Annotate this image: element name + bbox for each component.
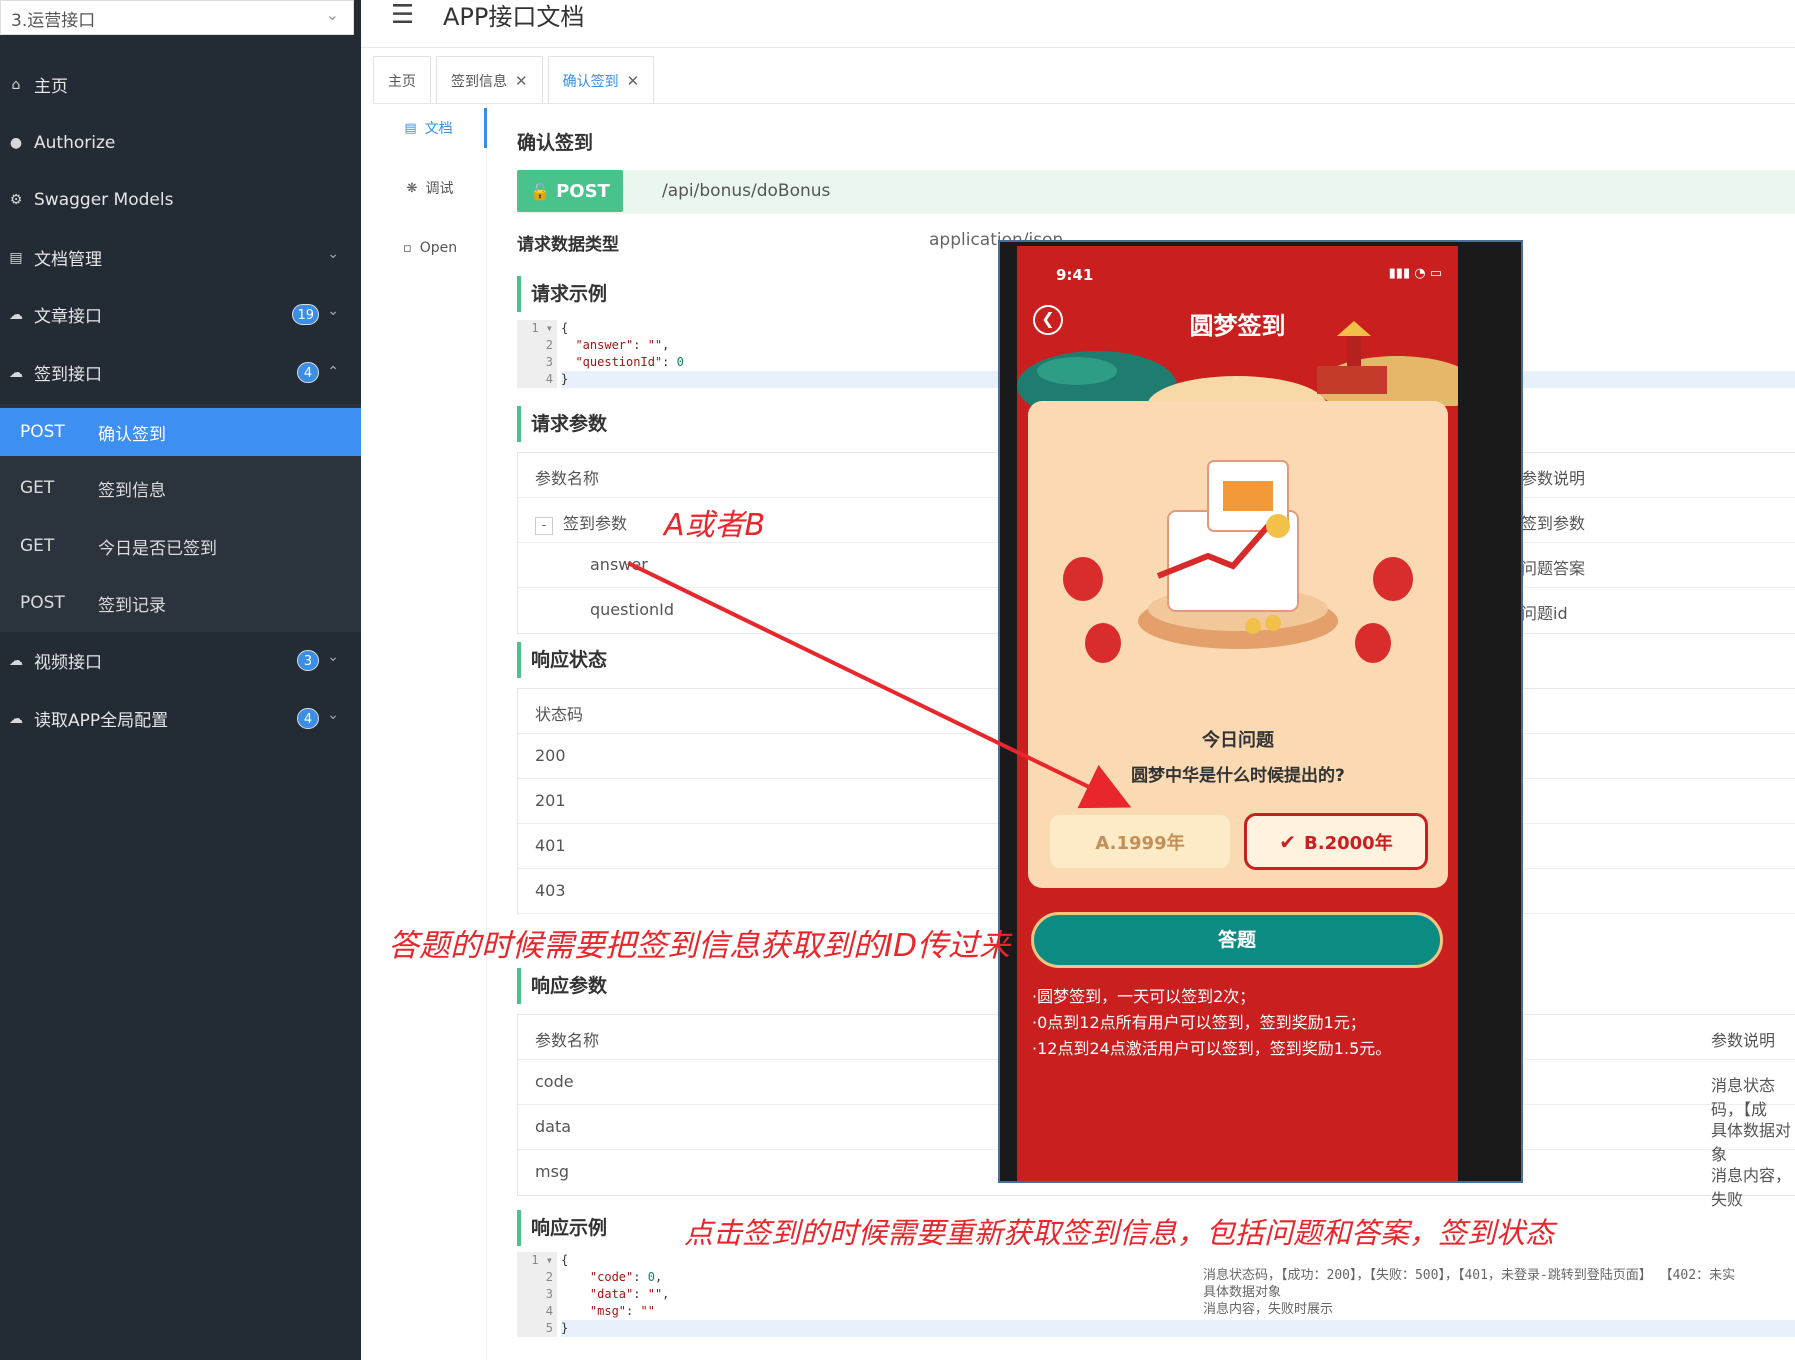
annotation-arrow	[627, 561, 1132, 809]
